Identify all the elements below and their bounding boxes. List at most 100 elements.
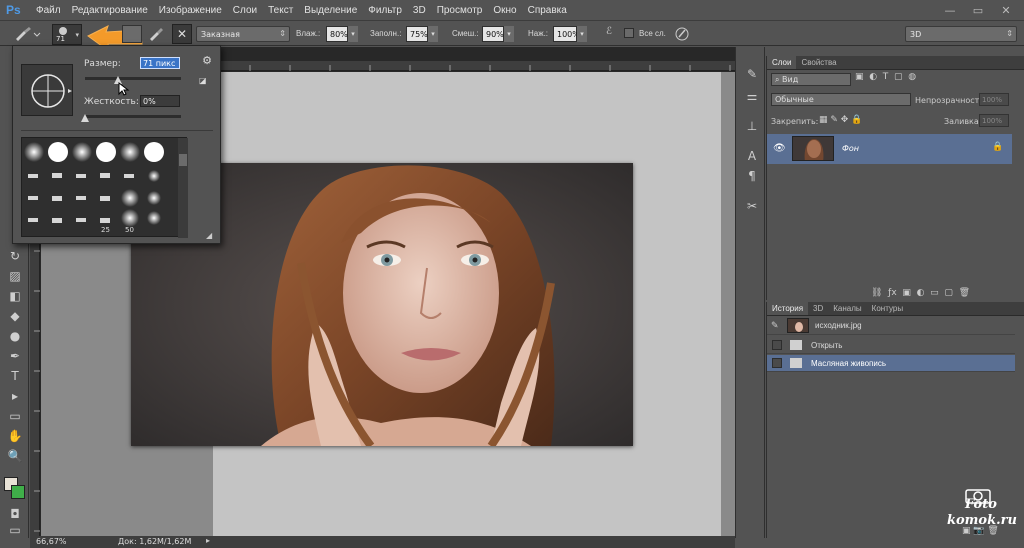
resize-corner-icon[interactable]: ◢: [206, 231, 216, 241]
hardness-slider-track[interactable]: [85, 115, 181, 118]
hand-icon[interactable]: ✋: [5, 427, 25, 445]
opacity-field[interactable]: 100%: [979, 93, 1009, 106]
popup-divider: [21, 130, 213, 131]
lock-label: Закрепить:: [771, 117, 819, 126]
rectangle-icon[interactable]: ▭: [5, 407, 25, 425]
new-preset-icon[interactable]: ◪: [199, 76, 209, 86]
history-item-oil-paint[interactable]: Масляная живопись: [767, 355, 1015, 372]
mix-dropdown-icon[interactable]: ▾: [504, 26, 514, 42]
size-field[interactable]: 71 пикс: [140, 57, 180, 69]
pressure-pen-icon[interactable]: [673, 25, 691, 43]
menu-window[interactable]: Окно: [493, 5, 516, 16]
paint-bucket-icon[interactable]: ◧: [5, 287, 25, 305]
layer-filter-icons[interactable]: ▣ ◐ T ▢ ◍: [855, 72, 1005, 86]
doc-size-readout: Док: 1,62M/1,62M: [118, 537, 192, 546]
pressure-dropdown-icon[interactable]: ▾: [577, 26, 587, 42]
flow-dropdown-icon[interactable]: ▾: [348, 26, 358, 42]
menu-view[interactable]: Просмотр: [437, 5, 483, 16]
history-checkbox[interactable]: [772, 340, 782, 350]
brush-presets-icon[interactable]: ⚌: [742, 87, 762, 105]
menu-filter[interactable]: Фильтр: [368, 5, 402, 16]
brush-angle-preview[interactable]: [21, 64, 73, 116]
pressure-field[interactable]: 100%: [553, 26, 580, 42]
blend-mode-dropdown[interactable]: Обычные: [771, 93, 911, 106]
fill-field[interactable]: 75%: [406, 26, 428, 42]
brush-size-readout: 71: [56, 35, 65, 43]
restore-button[interactable]: ▭: [963, 0, 993, 21]
snapshot-thumbnail: [787, 318, 809, 333]
eraser-icon[interactable]: ▨: [5, 267, 25, 285]
type-tool-icon[interactable]: T: [5, 367, 25, 385]
fill-dropdown-icon[interactable]: ▾: [428, 26, 438, 42]
background-color-swatch[interactable]: [11, 485, 25, 499]
menu-image[interactable]: Изображение: [159, 5, 222, 16]
menu-3d[interactable]: 3D: [413, 5, 426, 16]
size-slider-track[interactable]: [85, 77, 181, 80]
minimize-button[interactable]: —: [935, 0, 965, 21]
zoom-readout[interactable]: 66,67%: [36, 537, 67, 546]
tool-presets-icon[interactable]: ✂: [742, 197, 762, 215]
brush-preset-picker[interactable]: 71 ▾: [52, 24, 82, 45]
tab-properties[interactable]: Свойства: [796, 56, 841, 69]
load-brush-icon[interactable]: [146, 25, 166, 43]
status-menu-icon[interactable]: ▸: [206, 536, 210, 545]
fill-field[interactable]: 100%: [979, 114, 1009, 127]
menu-select[interactable]: Выделение: [304, 5, 357, 16]
layer-filter-dropdown[interactable]: ⌕ Вид: [771, 73, 851, 86]
character-panel-icon[interactable]: A: [742, 147, 762, 165]
menu-type[interactable]: Текст: [268, 5, 293, 16]
current-load-swatch[interactable]: [122, 25, 142, 43]
menu-edit[interactable]: Редактирование: [72, 5, 148, 16]
tab-3d[interactable]: 3D: [808, 302, 828, 315]
history-snapshot[interactable]: ✎ исходник.jpg: [767, 317, 1015, 335]
mix-field[interactable]: 90%: [482, 26, 504, 42]
zoom-icon[interactable]: 🔍: [5, 447, 25, 465]
tab-history[interactable]: История: [767, 302, 809, 315]
tab-layers[interactable]: Слои: [767, 56, 797, 69]
tab-paths[interactable]: Контуры: [867, 302, 908, 315]
screen-mode-icon[interactable]: ▭: [5, 521, 25, 539]
menu-bar: Ps Файл Редактирование Изображение Слои …: [0, 0, 1024, 21]
path-selection-icon[interactable]: ▸: [5, 387, 25, 405]
hardness-slider-thumb[interactable]: [81, 114, 89, 122]
workspace-dropdown[interactable]: 3D: [905, 26, 1017, 42]
brush-panel-icon[interactable]: ✎: [742, 65, 762, 83]
lock-icons[interactable]: ▦ ✎ ✥ 🔒: [819, 115, 862, 125]
paragraph-panel-icon[interactable]: ¶: [742, 167, 762, 185]
all-layers-label: Все сл.: [639, 29, 666, 38]
history-item-label: Открыть: [811, 341, 843, 350]
history-item-label: Масляная живопись: [811, 359, 887, 368]
menu-file[interactable]: Файл: [36, 5, 61, 16]
clean-brush-icon[interactable]: ✕: [172, 24, 192, 44]
clone-source-icon[interactable]: ⊥: [742, 117, 762, 135]
tab-channels[interactable]: Каналы: [828, 302, 866, 315]
eye-icon[interactable]: 👁: [773, 143, 786, 154]
layer-actions-bar[interactable]: ⛓ ƒx ▣ ◐ ▭ ▢ 🗑: [871, 288, 1011, 300]
layers-panel: Слои Свойства ⌕ Вид ▣ ◐ T ▢ ◍ Обычные Не…: [766, 56, 1024, 300]
all-layers-checkbox[interactable]: [624, 28, 634, 38]
blur-icon[interactable]: ◆: [5, 307, 25, 325]
history-state-icon: [790, 340, 802, 350]
flow-label: Влаж.:: [296, 29, 321, 38]
pen-icon[interactable]: ✒: [5, 347, 25, 365]
dodge-icon[interactable]: ●: [5, 327, 25, 345]
preset-number-25: 25: [101, 226, 110, 234]
history-brush-icon[interactable]: ↻: [5, 247, 25, 265]
flow-field[interactable]: 80%: [326, 26, 348, 42]
menu-layer[interactable]: Слои: [233, 5, 257, 16]
menu-help[interactable]: Справка: [528, 5, 567, 16]
preset-mode-dropdown[interactable]: Заказная: [196, 26, 290, 42]
pressure-label: Наж.:: [528, 29, 549, 38]
filter-search-icon: ⌕: [775, 75, 783, 84]
close-window-button[interactable]: ✕: [991, 0, 1021, 21]
hardness-field[interactable]: 0%: [140, 95, 180, 107]
gear-icon[interactable]: ⚙: [199, 54, 215, 68]
layer-thumbnail: [792, 136, 834, 161]
photoshop-window: Ps Файл Редактирование Изображение Слои …: [0, 0, 1024, 548]
history-item-open[interactable]: Открыть: [767, 337, 1015, 354]
history-checkbox[interactable]: [772, 358, 782, 368]
mixer-brush-tool-icon[interactable]: [12, 25, 42, 43]
layer-row-background[interactable]: 👁 Фон 🔒: [767, 134, 1012, 164]
snapshot-name: исходник.jpg: [815, 321, 862, 330]
airbrush-icon[interactable]: ℰ: [601, 26, 617, 42]
